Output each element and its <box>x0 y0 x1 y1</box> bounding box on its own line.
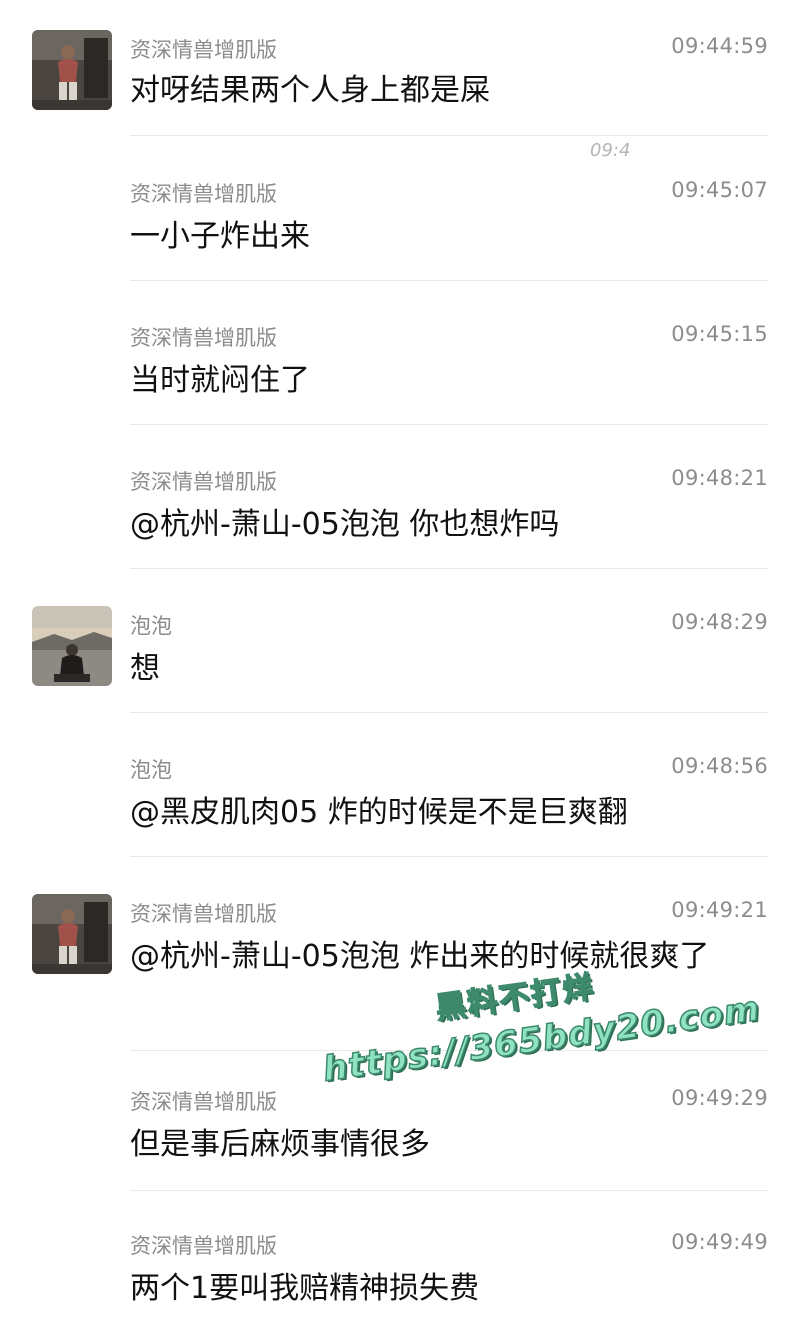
message-timestamp: 09:48:56 <box>671 754 768 778</box>
chat-message[interactable]: 资深情兽增肌版 09:49:29 但是事后麻烦事情很多 <box>0 1068 800 1204</box>
message-timestamp: 09:49:29 <box>671 1086 768 1110</box>
message-text: @杭州-萧山-05泡泡 炸出来的时候就很爽了 <box>130 939 710 974</box>
chat-message[interactable]: 资深情兽增肌版 09:44:59 对呀结果两个人身上都是屎 <box>0 0 800 136</box>
sender-name[interactable]: 资深情兽增肌版 <box>130 1230 277 1260</box>
message-divider <box>130 135 768 136</box>
message-divider <box>130 1190 768 1191</box>
sender-name[interactable]: 泡泡 <box>130 610 172 640</box>
chat-message[interactable]: 资深情兽增肌版 09:48:21 @杭州-萧山-05泡泡 你也想炸吗 <box>0 432 800 569</box>
sender-name[interactable]: 资深情兽增肌版 <box>130 178 277 208</box>
message-timestamp: 09:45:15 <box>671 322 768 346</box>
sender-name[interactable]: 资深情兽增肌版 <box>130 1086 277 1116</box>
chat-message[interactable]: 资深情兽增肌版 09:45:15 当时就闷住了 <box>0 288 800 425</box>
sender-name[interactable]: 资深情兽增肌版 <box>130 898 277 928</box>
avatar-image <box>32 606 112 686</box>
message-timestamp: 09:44:59 <box>671 34 768 58</box>
chat-message[interactable]: 资深情兽增肌版 09:45:07 一小子炸出来 <box>0 144 800 281</box>
message-text: @黑皮肌肉05 炸的时候是不是巨爽翻 <box>130 795 628 830</box>
message-timestamp: 09:48:21 <box>671 466 768 490</box>
message-text: 但是事后麻烦事情很多 <box>130 1127 430 1162</box>
avatar-image <box>32 30 112 110</box>
chat-message[interactable]: 泡泡 09:48:56 @黑皮肌肉05 炸的时候是不是巨爽翻 <box>0 720 800 857</box>
chat-message[interactable]: 资深情兽增肌版 09:49:21 @杭州-萧山-05泡泡 炸出来的时候就很爽了 <box>0 864 800 1051</box>
message-text: 两个1要叫我赔精神损失费 <box>130 1271 480 1306</box>
message-text: 当时就闷住了 <box>130 363 310 398</box>
message-timestamp: 09:49:21 <box>671 898 768 922</box>
message-divider <box>130 712 768 713</box>
message-text: 对呀结果两个人身上都是屎 <box>130 73 490 108</box>
avatar-gym-selfie[interactable] <box>32 894 112 974</box>
avatar-seaside-photo[interactable] <box>32 606 112 686</box>
message-timestamp: 09:49:49 <box>671 1230 768 1254</box>
chat-message[interactable]: 泡泡 09:48:29 想 <box>0 576 800 713</box>
sender-name[interactable]: 资深情兽增肌版 <box>130 34 277 64</box>
chat-message[interactable]: 资深情兽增肌版 09:49:49 两个1要叫我赔精神损失费 <box>0 1212 800 1317</box>
avatar-gym-selfie[interactable] <box>32 30 112 110</box>
message-text: 一小子炸出来 <box>130 219 310 254</box>
avatar-image <box>32 894 112 974</box>
message-timestamp: 09:48:29 <box>671 610 768 634</box>
sender-name[interactable]: 资深情兽增肌版 <box>130 466 277 496</box>
message-divider <box>130 424 768 425</box>
message-text: 想 <box>130 651 160 686</box>
message-divider <box>130 856 768 857</box>
message-text: @杭州-萧山-05泡泡 你也想炸吗 <box>130 507 560 542</box>
message-divider <box>130 568 768 569</box>
message-divider <box>130 1050 768 1051</box>
message-timestamp: 09:45:07 <box>671 178 768 202</box>
sender-name[interactable]: 资深情兽增肌版 <box>130 322 277 352</box>
message-divider <box>130 280 768 281</box>
sender-name[interactable]: 泡泡 <box>130 754 172 784</box>
